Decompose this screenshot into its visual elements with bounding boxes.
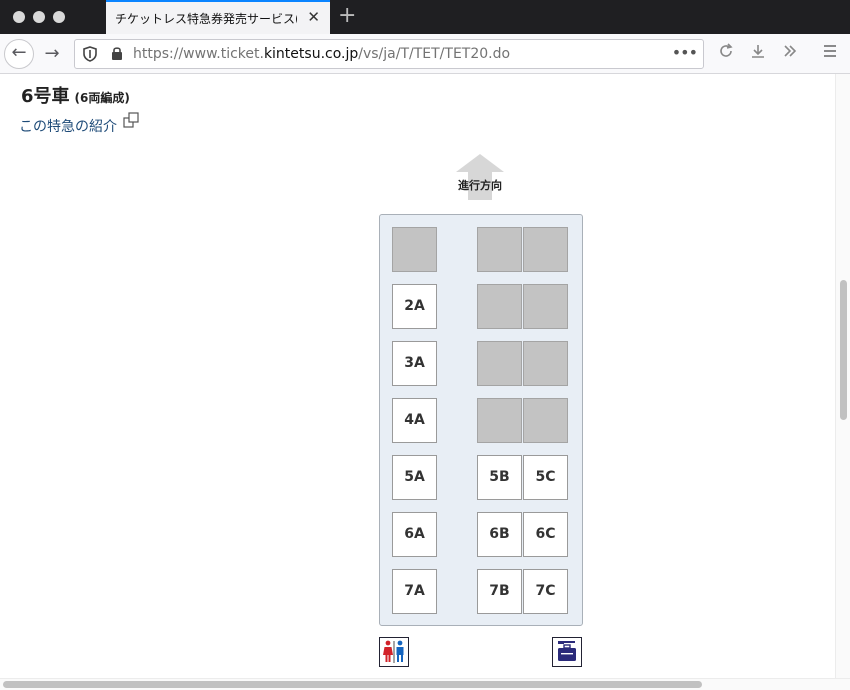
seat-unavailable bbox=[523, 284, 568, 329]
seat-unavailable bbox=[477, 341, 522, 386]
external-window-icon[interactable] bbox=[123, 112, 139, 128]
seat-7a[interactable]: 7A bbox=[392, 569, 437, 614]
car-title: 6号車 (6両編成) bbox=[21, 82, 130, 108]
seat-unavailable bbox=[477, 398, 522, 443]
url-prefix: https://www.ticket. bbox=[133, 46, 264, 62]
shield-icon[interactable] bbox=[83, 46, 97, 66]
seat-5b[interactable]: 5B bbox=[477, 455, 522, 500]
menu-icon[interactable] bbox=[822, 43, 838, 63]
direction-label: 進行方向 bbox=[458, 179, 502, 192]
forward-icon[interactable]: → bbox=[38, 40, 66, 68]
seat-6c[interactable]: 6C bbox=[523, 512, 568, 557]
download-icon[interactable] bbox=[750, 43, 766, 63]
seat-unavailable bbox=[477, 227, 522, 272]
reload-icon[interactable] bbox=[718, 43, 734, 63]
address-bar[interactable]: https://www.ticket.kintetsu.co.jp/vs/ja/… bbox=[74, 39, 704, 69]
window-close-button[interactable] bbox=[13, 11, 25, 23]
page-content: 6号車 (6両編成) この特急の紹介 進行方向 2A 3A 4A 5A 5B 5C… bbox=[0, 74, 835, 678]
car-number: 6号車 bbox=[21, 86, 70, 107]
more-icon[interactable]: ••• bbox=[672, 43, 698, 62]
window-minimize-button[interactable] bbox=[33, 11, 45, 23]
lock-icon[interactable] bbox=[111, 46, 123, 64]
url-text[interactable]: https://www.ticket.kintetsu.co.jp/vs/ja/… bbox=[133, 46, 510, 62]
vertical-scrollbar[interactable] bbox=[835, 74, 850, 678]
seat-7c[interactable]: 7C bbox=[523, 569, 568, 614]
locker-icon bbox=[552, 637, 582, 667]
seat-5c[interactable]: 5C bbox=[523, 455, 568, 500]
seat-2a[interactable]: 2A bbox=[392, 284, 437, 329]
seat-unavailable bbox=[477, 284, 522, 329]
car-formation: (6両編成) bbox=[74, 91, 130, 105]
seat-unavailable bbox=[523, 341, 568, 386]
seat-6a[interactable]: 6A bbox=[392, 512, 437, 557]
seat-4a[interactable]: 4A bbox=[392, 398, 437, 443]
url-path: /vs/ja/T/TET/TET20.do bbox=[358, 46, 511, 62]
seat-unavailable bbox=[523, 398, 568, 443]
browser-toolbar: ← → https://www.ticket.kintetsu.co.jp/vs… bbox=[0, 34, 850, 74]
restroom-icon bbox=[379, 637, 409, 667]
seat-5a[interactable]: 5A bbox=[392, 455, 437, 500]
train-intro-link[interactable]: この特急の紹介 bbox=[19, 116, 117, 136]
car-seat-map: 2A 3A 4A 5A 5B 5C 6A 6B 6C 7A 7B 7C bbox=[379, 214, 583, 626]
overflow-icon[interactable] bbox=[782, 43, 798, 63]
vertical-scrollbar-thumb[interactable] bbox=[840, 280, 847, 420]
browser-title-bar: チケットレス特急券発売サービス(会員登録 ✕ + bbox=[0, 0, 850, 34]
seat-unavailable bbox=[523, 227, 568, 272]
horizontal-scrollbar-thumb[interactable] bbox=[3, 681, 702, 688]
tab-title: チケットレス特急券発売サービス(会員登録 bbox=[115, 12, 297, 26]
new-tab-icon[interactable]: + bbox=[338, 4, 356, 28]
window-maximize-button[interactable] bbox=[53, 11, 65, 23]
seat-3a[interactable]: 3A bbox=[392, 341, 437, 386]
horizontal-scrollbar[interactable] bbox=[0, 678, 850, 690]
back-icon[interactable]: ← bbox=[4, 39, 34, 69]
seat-7b[interactable]: 7B bbox=[477, 569, 522, 614]
close-icon[interactable]: ✕ bbox=[307, 8, 320, 26]
seat-unavailable bbox=[392, 227, 437, 272]
url-host: kintetsu.co.jp bbox=[263, 46, 359, 62]
browser-tab-active[interactable]: チケットレス特急券発売サービス(会員登録 ✕ bbox=[106, 0, 330, 34]
seat-6b[interactable]: 6B bbox=[477, 512, 522, 557]
